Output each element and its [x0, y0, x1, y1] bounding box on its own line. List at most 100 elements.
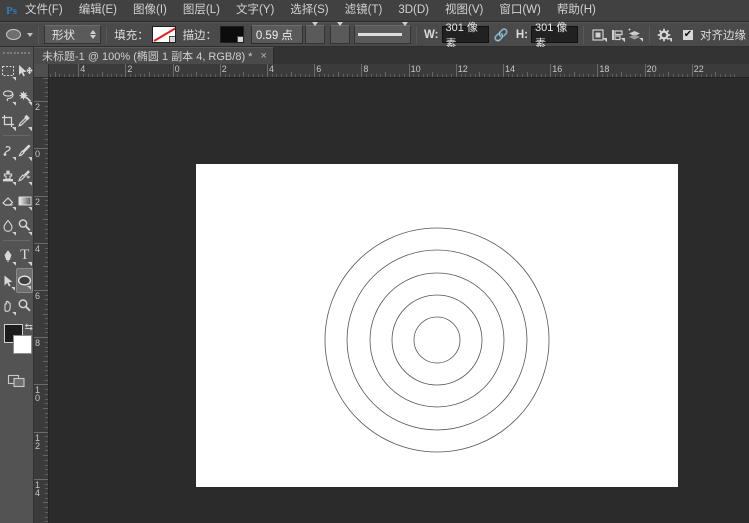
sidebar-item-pen-tool[interactable]: [0, 243, 17, 268]
circle-1[interactable]: [325, 228, 549, 452]
menu-window[interactable]: 窗口(W): [492, 1, 548, 20]
menu-3d[interactable]: 3D(D): [391, 1, 436, 20]
ruler-minor-tick: [286, 74, 287, 77]
vertical-ruler[interactable]: 4202468101214: [34, 78, 49, 523]
tool-preset-picker[interactable]: [2, 25, 33, 45]
ruler-minor-tick: [45, 153, 48, 154]
divider: [3, 240, 30, 241]
ruler-minor-tick: [258, 74, 259, 77]
menu-select[interactable]: 选择(S): [283, 1, 335, 20]
panel-drag-grip[interactable]: [0, 47, 33, 58]
ruler-minor-tick: [475, 74, 476, 77]
screen-mode-button[interactable]: [0, 374, 33, 388]
ruler-minor-tick: [45, 120, 48, 121]
sidebar-item-dodge-tool[interactable]: [17, 213, 34, 238]
menu-filter[interactable]: 滤镜(T): [338, 1, 390, 20]
ruler-minor-tick: [239, 74, 240, 77]
sidebar-item-crop-tool[interactable]: [0, 108, 17, 133]
ruler-label: 0: [35, 150, 43, 158]
circle-5[interactable]: [414, 317, 460, 363]
ruler-minor-tick: [649, 74, 650, 77]
sidebar-item-gradient-tool[interactable]: [17, 188, 34, 213]
ruler-minor-tick: [88, 74, 89, 77]
background-color-swatch[interactable]: [13, 335, 32, 354]
concentric-circles-artwork[interactable]: [196, 164, 678, 487]
sidebar-item-history-brush-tool[interactable]: [17, 163, 34, 188]
sidebar-item-ellipse-tool[interactable]: [16, 268, 33, 293]
ruler-minor-tick: [446, 74, 447, 77]
ruler-minor-tick: [630, 74, 631, 77]
menu-layer[interactable]: 图层(L): [176, 1, 227, 20]
ruler-minor-tick: [432, 72, 433, 77]
ruler-minor-tick: [45, 200, 48, 201]
menu-view[interactable]: 视图(V): [438, 1, 490, 20]
ruler-minor-tick: [711, 74, 712, 77]
path-arrangement-icon[interactable]: [626, 25, 644, 44]
stroke-swatch[interactable]: [220, 26, 244, 43]
stroke-options-button[interactable]: [330, 25, 350, 44]
height-field[interactable]: 301 像素: [531, 26, 578, 43]
document-tab[interactable]: 未标题-1 @ 100% (椭圆 1 副本 4, RGB/8) * ×: [34, 47, 274, 64]
sidebar-item-eraser-tool[interactable]: [0, 188, 17, 213]
ruler-minor-tick: [45, 417, 48, 418]
sidebar-item-hand-tool[interactable]: [0, 293, 17, 318]
sidebar-item-path-selection-tool[interactable]: [0, 268, 16, 293]
ruler-minor-tick: [201, 74, 202, 77]
ruler-minor-tick: [465, 74, 466, 77]
menu-edit[interactable]: 编辑(E): [72, 1, 124, 20]
circle-2[interactable]: [347, 250, 527, 430]
fill-swatch[interactable]: [152, 26, 176, 43]
ruler-minor-tick: [225, 74, 226, 77]
width-field[interactable]: 301 像素: [442, 26, 489, 43]
ruler-label: 2: [35, 103, 43, 111]
ruler-minor-tick: [564, 74, 565, 77]
ruler-minor-tick: [253, 74, 254, 77]
menu-type[interactable]: 文字(Y): [229, 1, 281, 20]
ruler-minor-tick: [45, 233, 48, 234]
circle-4[interactable]: [392, 295, 482, 385]
sidebar-item-spot-healing-tool[interactable]: [0, 138, 17, 163]
ruler-minor-tick: [399, 74, 400, 77]
link-chain-icon[interactable]: 🔗: [494, 28, 509, 42]
ruler-minor-tick: [352, 74, 353, 77]
align-edges-row[interactable]: ✔ 对齐边缘: [682, 27, 749, 43]
align-edges-checkbox[interactable]: ✔: [682, 29, 694, 41]
ruler-minor-tick: [720, 74, 721, 77]
menu-image[interactable]: 图像(I): [126, 1, 174, 20]
sidebar-item-zoom-tool[interactable]: [17, 293, 34, 318]
canvas-scroll-area[interactable]: [49, 78, 749, 523]
ruler-label: 8: [361, 64, 368, 75]
circle-3[interactable]: [370, 273, 504, 407]
horizontal-ruler[interactable]: 6420246810121416182022: [49, 64, 749, 78]
stroke-style-select[interactable]: [354, 25, 411, 44]
path-alignment-icon[interactable]: [608, 25, 626, 44]
ruler-minor-tick: [130, 74, 131, 77]
menu-help[interactable]: 帮助(H): [550, 1, 603, 20]
sidebar-item-move-tool[interactable]: [17, 58, 34, 83]
ruler-minor-tick: [116, 74, 117, 77]
ruler-minor-tick: [140, 74, 141, 77]
ruler-corner[interactable]: [34, 64, 49, 78]
close-icon[interactable]: ×: [260, 51, 266, 62]
ruler-minor-tick: [366, 74, 367, 77]
sidebar-item-eyedropper-tool[interactable]: [17, 108, 34, 133]
stroke-width-field[interactable]: 0.59 点: [251, 25, 303, 44]
shape-mode-select[interactable]: 形状: [44, 25, 101, 44]
sidebar-item-brush-tool[interactable]: [17, 138, 34, 163]
sidebar-item-quick-selection-tool[interactable]: [17, 83, 34, 108]
path-operations-icon[interactable]: [589, 25, 607, 44]
sidebar-item-marquee-tool[interactable]: [0, 58, 17, 83]
document-artboard[interactable]: [196, 164, 678, 487]
ruler-label: 14: [35, 481, 43, 497]
stroke-width-dropdown[interactable]: [305, 25, 325, 44]
gear-settings-icon[interactable]: [655, 25, 673, 44]
sidebar-item-blur-tool[interactable]: [0, 213, 17, 238]
sidebar-item-clone-stamp-tool[interactable]: [0, 163, 17, 188]
sidebar-item-type-tool[interactable]: T: [17, 243, 34, 268]
ruler-minor-tick: [50, 74, 51, 77]
sidebar-item-lasso-tool[interactable]: [0, 83, 17, 108]
ruler-minor-tick: [45, 521, 48, 522]
menu-file[interactable]: 文件(F): [18, 1, 70, 20]
ruler-minor-tick: [333, 74, 334, 77]
swap-colors-icon[interactable]: ⇆: [25, 322, 33, 333]
